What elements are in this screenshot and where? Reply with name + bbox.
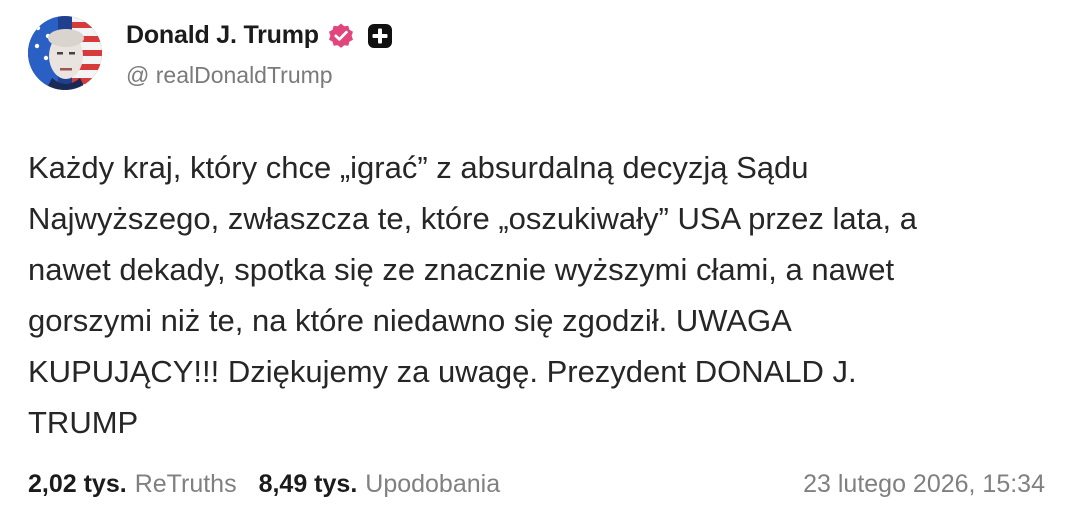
post-card: Donald J. Trump @ realDonaldTrump Każdy …	[0, 0, 1079, 524]
author-names: Donald J. Trump @ realDonaldTrump	[126, 18, 393, 89]
verified-badge-icon	[327, 22, 355, 50]
likes-count: 8,49 tys.	[258, 469, 358, 498]
retruths-count: 2,02 tys.	[28, 469, 127, 498]
plus-badge-icon	[367, 23, 393, 49]
post-text: Każdy kraj, który chce „igrać” z absurda…	[28, 150, 917, 440]
retruths-stat[interactable]: 2,02 tys. ReTruths	[28, 470, 237, 499]
retruths-label: ReTruths	[134, 469, 237, 498]
author-display-name[interactable]: Donald J. Trump	[126, 21, 319, 50]
name-row: Donald J. Trump	[126, 18, 393, 54]
avatar[interactable]	[28, 16, 102, 90]
avatar-image	[28, 16, 102, 90]
post-timestamp[interactable]: 23 lutego 2026, 15:34	[803, 470, 1045, 499]
post-header: Donald J. Trump @ realDonaldTrump	[28, 16, 393, 90]
author-handle[interactable]: @ realDonaldTrump	[126, 62, 393, 89]
likes-stat[interactable]: 8,49 tys. Upodobania	[259, 470, 501, 499]
post-footer: 2,02 tys. ReTruths 8,49 tys. Upodobania …	[28, 466, 1045, 502]
likes-label: Upodobania	[365, 469, 501, 498]
